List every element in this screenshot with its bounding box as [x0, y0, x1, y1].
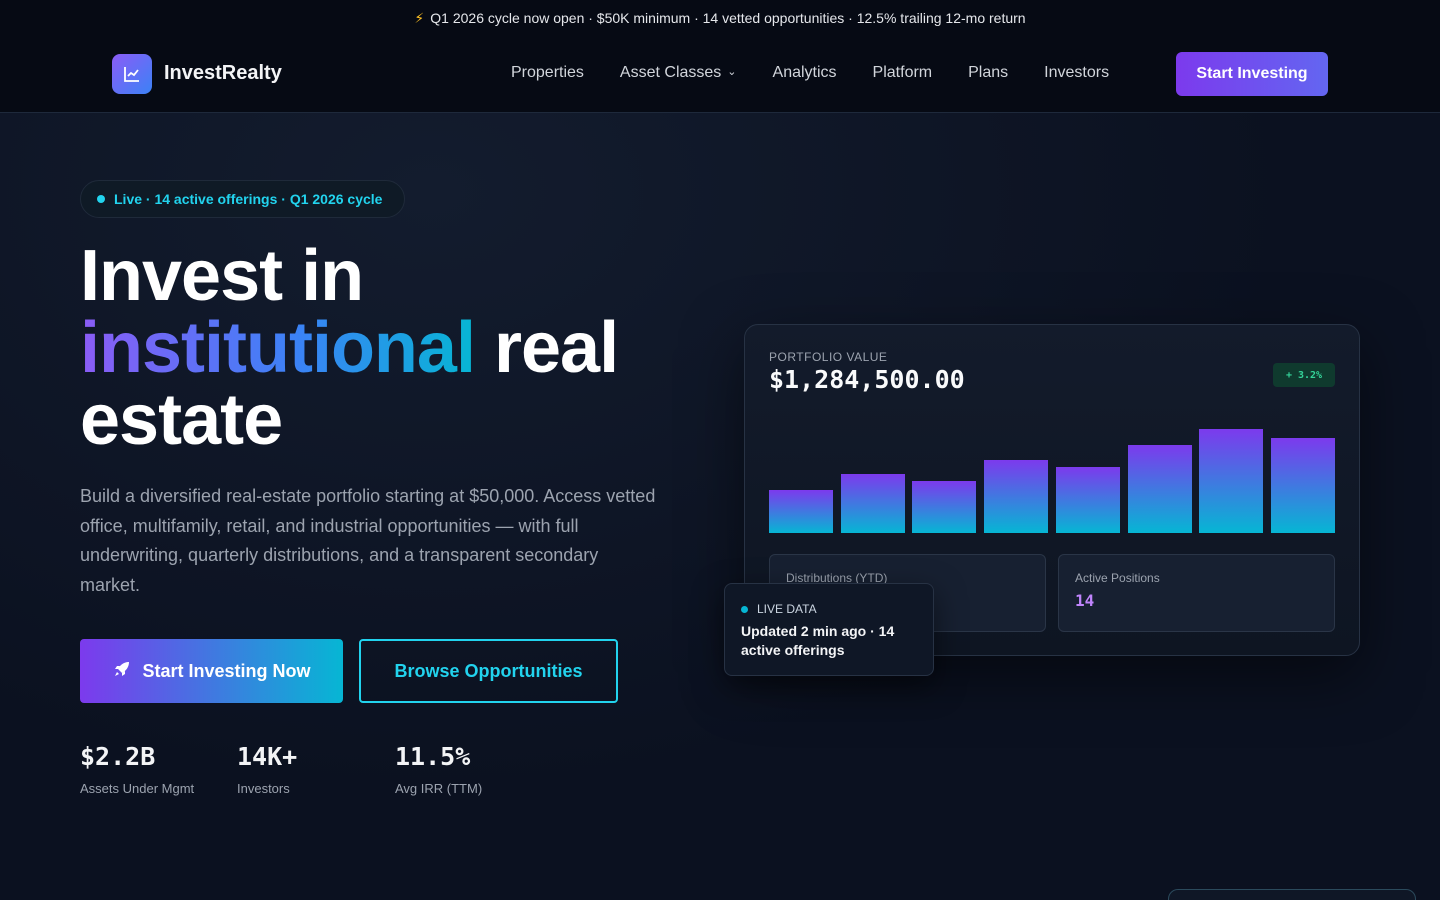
stat-irr: 11.5% Avg IRR (TTM): [395, 742, 482, 796]
nav-link-properties[interactable]: Properties: [511, 64, 584, 82]
stat-label: Assets Under Mgmt: [80, 781, 195, 796]
stat-investors: 14K+ Investors: [237, 742, 297, 796]
headline-line-1: Invest in: [80, 236, 364, 316]
portfolio-value-label: PORTFOLIO VALUE: [769, 350, 888, 364]
nav-links: Properties Asset Classes ⌄ Analytics Plat…: [511, 64, 1109, 82]
stat-label: Investors: [237, 781, 290, 796]
chart-bar: [1055, 467, 1120, 533]
stat-label: Avg IRR (TTM): [395, 781, 483, 796]
live-dot-icon: [741, 605, 748, 613]
next-section-card: [1168, 889, 1416, 900]
headline-line-3: estate: [80, 380, 283, 460]
nav-link-analytics[interactable]: Analytics: [773, 64, 837, 82]
tile-label: Active Positions: [1075, 571, 1160, 585]
stat-value: 14K+: [237, 742, 298, 771]
stat-value: $2.2B: [80, 742, 156, 771]
browse-opportunities-button[interactable]: Browse Opportunities: [359, 639, 618, 703]
headline-line-2-rest: real: [474, 308, 619, 388]
change-badge: + 3.2%: [1273, 363, 1335, 387]
chart-bar: [1270, 438, 1335, 533]
primary-cta-label: Start Investing Now: [142, 660, 311, 681]
tile-value: 14: [1075, 591, 1095, 610]
chart-line-icon[interactable]: [112, 54, 152, 94]
nav-link-platform[interactable]: Platform: [873, 64, 933, 82]
top-navigation: InvestRealty Properties Asset Classes ⌄ A…: [0, 36, 1440, 113]
chevron-down-icon: ⌄: [727, 66, 737, 78]
start-investing-button[interactable]: Start Investing: [1176, 52, 1328, 96]
live-status-badge: Live · 14 active offerings · Q1 2026 cyc…: [80, 180, 405, 218]
active-positions-tile: Active Positions 14: [1058, 554, 1335, 632]
nav-link-asset-classes[interactable]: Asset Classes ⌄: [620, 64, 737, 82]
rocket-icon: [112, 659, 132, 684]
nav-link-plans[interactable]: Plans: [968, 64, 1008, 82]
nav-link-investors[interactable]: Investors: [1044, 64, 1109, 82]
portfolio-value: $1,284,500.00: [769, 365, 965, 394]
announcement-text: Q1 2026 cycle now open · $50K minimum · …: [430, 10, 1026, 26]
chart-bar: [1199, 429, 1264, 533]
live-status-text: Live · 14 active offerings · Q1 2026 cyc…: [114, 191, 383, 207]
chart-bar: [840, 473, 905, 533]
start-investing-now-button[interactable]: Start Investing Now: [80, 639, 343, 703]
hero-headline: Invest in institutional real estate: [80, 240, 700, 456]
chart-bar: [912, 481, 977, 533]
brand-name[interactable]: InvestRealty: [164, 62, 282, 85]
lightning-icon: ⚡: [414, 9, 425, 26]
headline-highlight: institutional: [80, 308, 476, 388]
chart-bar: [1127, 444, 1192, 533]
live-data-text: Updated 2 min ago · 14 active offerings: [741, 623, 895, 658]
live-data-label-text: LIVE DATA: [757, 602, 817, 616]
hero-subtitle: Build a diversified real-estate portfoli…: [80, 486, 656, 595]
chart-bar: [769, 490, 833, 533]
nav-link-label: Asset Classes: [619, 64, 722, 81]
announcement-bar: ⚡ Q1 2026 cycle now open · $50K minimum …: [0, 0, 1440, 36]
live-dot-icon: [97, 195, 105, 203]
live-data-label: LIVE DATA: [741, 602, 817, 616]
stat-aum: $2.2B Assets Under Mgmt: [80, 742, 194, 796]
chart-bar: [984, 460, 1049, 533]
stat-value: 11.5%: [395, 742, 471, 771]
portfolio-bar-chart: [769, 429, 1335, 533]
live-data-card: LIVE DATA Updated 2 min ago · 14 active …: [724, 583, 934, 676]
